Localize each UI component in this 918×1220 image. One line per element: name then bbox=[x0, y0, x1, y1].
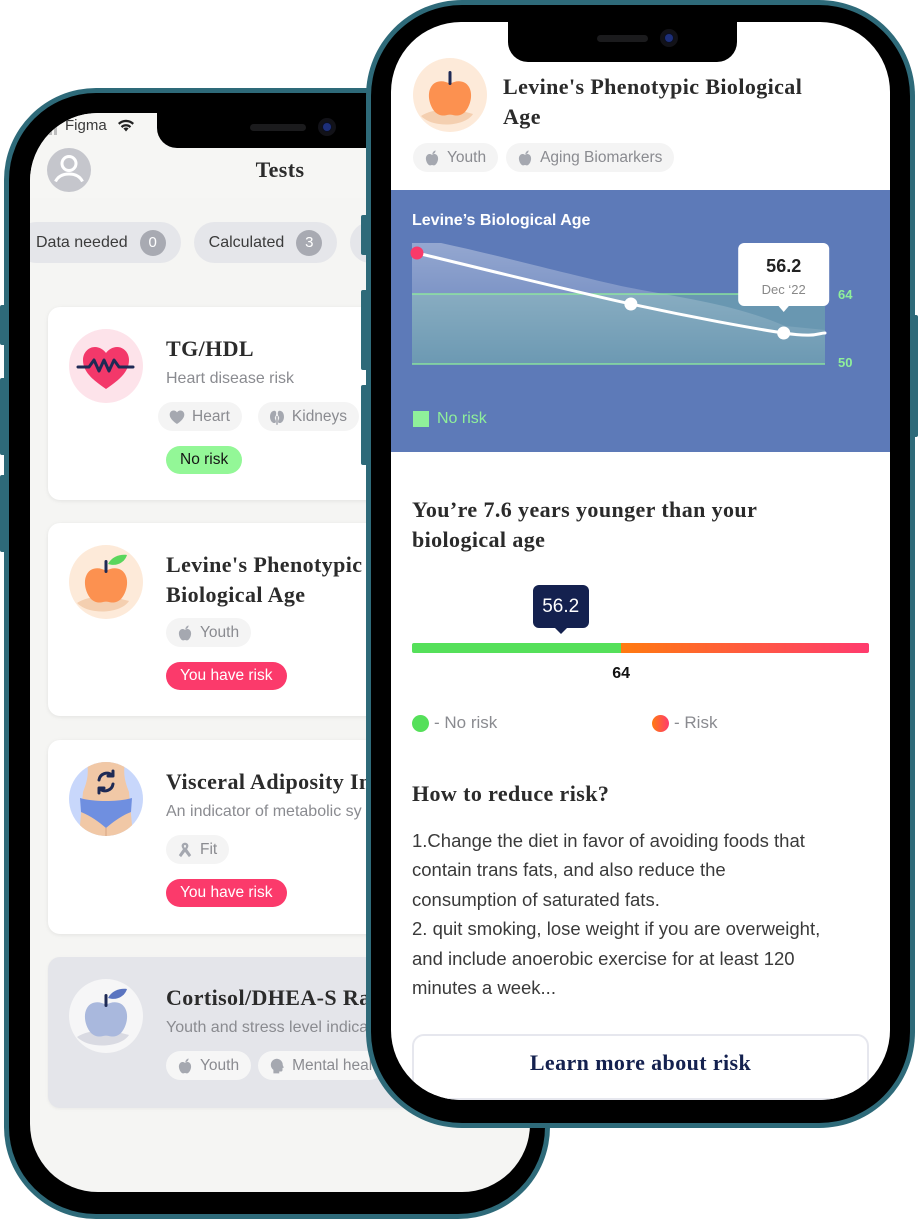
biological-age-chart-panel: Levine’s Biological Age 64 50 56.2 Dec ‘… bbox=[391, 190, 890, 452]
filter-label: Data needed bbox=[36, 233, 128, 251]
range-threshold-label: 64 bbox=[612, 665, 631, 682]
kidneys-icon bbox=[268, 408, 286, 426]
legend-label-no-risk: No risk bbox=[437, 410, 487, 427]
advice-item: 2. quit smoking, lose weight if you are … bbox=[412, 918, 821, 999]
legend-label: - Risk bbox=[674, 713, 718, 732]
apple-icon bbox=[516, 149, 534, 167]
test-detail-screen: Levine's Phenotypic Biological Age Youth… bbox=[391, 22, 890, 1100]
risk-range-bar bbox=[412, 643, 869, 653]
filter-calculated[interactable]: Calculated 3 bbox=[193, 222, 338, 263]
right-phone: Levine's Phenotypic Biological Age Youth… bbox=[366, 0, 915, 1128]
apple-icon bbox=[176, 624, 194, 642]
tag-label: Fit bbox=[200, 840, 218, 858]
data-point[interactable] bbox=[624, 297, 638, 311]
apple-icon bbox=[423, 149, 441, 167]
tooltip-date: Dec ‘22 bbox=[762, 282, 806, 297]
range-segment-no-risk bbox=[412, 643, 622, 653]
advice-heading: How to reduce risk? bbox=[412, 781, 610, 806]
tooltip-value: 56.2 bbox=[766, 256, 801, 276]
risk-legend-no-risk: - No risk bbox=[412, 713, 497, 733]
tag-youth: Youth bbox=[166, 1051, 252, 1080]
tag-label: Kidneys bbox=[291, 407, 348, 425]
left-phone-notch bbox=[157, 113, 397, 148]
left-phone-speaker bbox=[250, 124, 306, 131]
heart-pulse-icon bbox=[69, 329, 143, 403]
tag-fit: Fit bbox=[166, 835, 230, 864]
signal-icon bbox=[44, 123, 60, 135]
legend-swatch-no-risk bbox=[413, 411, 429, 427]
legend-dot-risk bbox=[652, 714, 669, 732]
legend-dot-no-risk bbox=[412, 714, 429, 732]
tag-kidneys: Kidneys bbox=[257, 402, 360, 431]
status-carrier: Figma bbox=[65, 117, 107, 134]
test-tags: Youth Aging Biomarkers bbox=[413, 143, 675, 172]
tag-heart: Heart bbox=[158, 402, 242, 431]
legend-label: - No risk bbox=[434, 713, 498, 732]
right-phone-notch bbox=[508, 22, 737, 62]
filter-data-needed[interactable]: Data needed 0 bbox=[30, 222, 181, 263]
status-badge: You have risk bbox=[166, 662, 287, 690]
learn-more-button[interactable]: Learn more about risk bbox=[412, 1034, 869, 1100]
tag-label: Youth bbox=[200, 1056, 240, 1074]
tag-label: Youth bbox=[447, 148, 487, 166]
tag-aging-biomarkers: Aging Biomarkers bbox=[506, 143, 675, 172]
chart-legend: No risk bbox=[413, 410, 487, 428]
tag-youth: Youth bbox=[166, 618, 252, 647]
tag-label: Aging Biomarkers bbox=[540, 148, 663, 166]
apple-icon bbox=[69, 979, 143, 1053]
test-title: Levine's Phenotypic Biological Age bbox=[503, 74, 803, 129]
heart-icon bbox=[168, 408, 186, 426]
right-phone-camera bbox=[660, 29, 678, 47]
y-tick-label-64: 64 bbox=[838, 287, 853, 302]
y-tick-label-50: 50 bbox=[838, 355, 852, 370]
advice-list: 1.Change the diet in favor of avoiding f… bbox=[412, 826, 882, 1002]
waist-cycle-icon bbox=[69, 762, 143, 836]
right-phone-speaker bbox=[597, 35, 648, 42]
wifi-icon bbox=[118, 119, 134, 132]
filter-count: 3 bbox=[296, 229, 323, 256]
tag-youth: Youth bbox=[413, 143, 499, 172]
range-value-label: 56.2 bbox=[532, 585, 589, 628]
advice-item: 1.Change the diet in favor of avoiding f… bbox=[412, 830, 805, 910]
data-point[interactable] bbox=[777, 326, 791, 340]
range-value-tooltip: 56.2 bbox=[532, 585, 589, 634]
tag-label: Mental heal bbox=[292, 1056, 373, 1074]
filter-count: 0 bbox=[139, 229, 166, 256]
apple-icon bbox=[176, 1057, 194, 1075]
brain-head-icon bbox=[268, 1057, 286, 1075]
tag-label: Heart bbox=[192, 407, 230, 425]
chart-tooltip: 56.2 Dec ‘22 bbox=[738, 243, 830, 312]
apple-icon bbox=[69, 545, 143, 619]
tag-mental-health: Mental heal bbox=[258, 1051, 385, 1080]
left-phone-camera bbox=[318, 118, 336, 136]
age-comparison-heading: You’re 7.6 years younger than your biolo… bbox=[412, 497, 757, 552]
risk-legend-risk: - Risk bbox=[652, 713, 717, 733]
status-badge: No risk bbox=[166, 446, 243, 474]
range-segment-risk bbox=[621, 643, 869, 653]
range-value-pointer bbox=[554, 628, 567, 634]
data-point[interactable] bbox=[410, 246, 424, 260]
ribbon-icon bbox=[176, 841, 194, 859]
status-badge: You have risk bbox=[166, 879, 287, 907]
tag-label: Youth bbox=[200, 623, 240, 641]
apple-icon bbox=[413, 58, 487, 132]
filter-label: Calculated bbox=[208, 233, 285, 251]
